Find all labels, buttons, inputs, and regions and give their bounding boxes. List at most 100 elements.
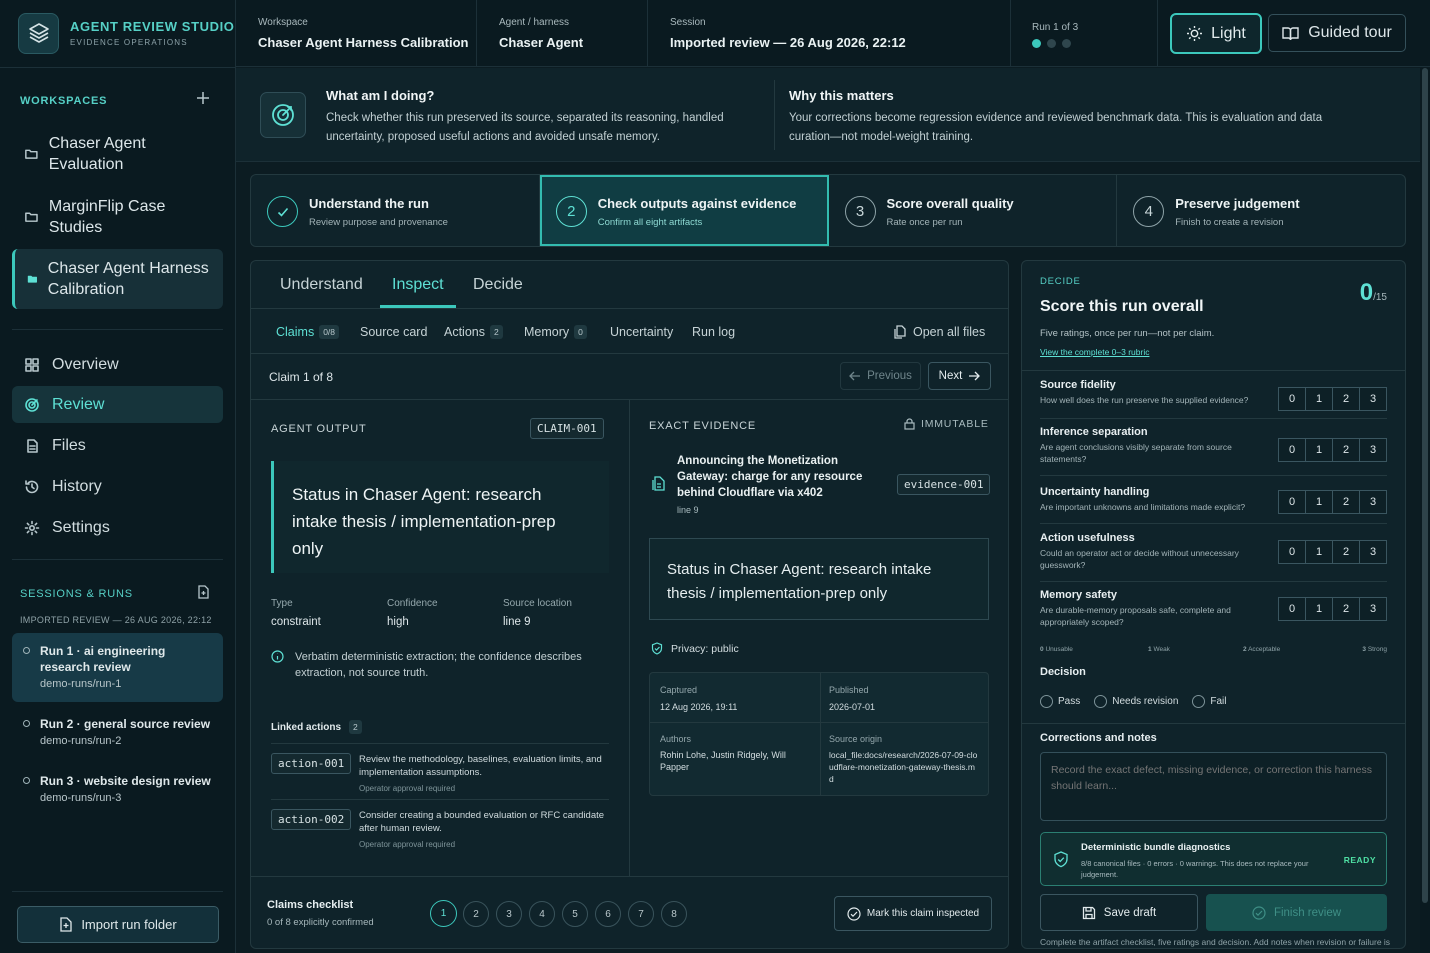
legend-text: Weak bbox=[1153, 646, 1170, 653]
rubric-link[interactable]: View the complete 0–3 rubric bbox=[1040, 347, 1149, 357]
light-theme-button[interactable]: Light bbox=[1170, 13, 1262, 54]
step-preserve-judgement[interactable]: 4 Preserve judgement Finish to create a … bbox=[1117, 175, 1405, 246]
new-session-icon[interactable] bbox=[197, 585, 210, 599]
checklist-claim-4[interactable]: 4 bbox=[529, 901, 555, 927]
decision-pass-radio[interactable]: Pass bbox=[1040, 695, 1080, 708]
tab-decide[interactable]: Decide bbox=[473, 276, 523, 294]
rating-1-button[interactable]: 1 bbox=[1305, 597, 1333, 621]
immutable-indicator: IMMUTABLE bbox=[904, 418, 989, 430]
subtab-claims[interactable]: Claims 0/8 bbox=[276, 325, 340, 339]
checklist-claim-2[interactable]: 2 bbox=[463, 901, 489, 927]
next-button[interactable]: Next bbox=[928, 362, 991, 390]
step-understand-the-run[interactable]: Understand the run Review purpose and pr… bbox=[251, 175, 540, 246]
subtab-memory[interactable]: Memory 0 bbox=[524, 325, 587, 339]
rating-1-button[interactable]: 1 bbox=[1305, 438, 1333, 462]
step-title: Score overall quality bbox=[886, 196, 1014, 211]
claims-count-badge: 0/8 bbox=[319, 325, 340, 339]
rating-0-button[interactable]: 0 bbox=[1278, 597, 1306, 621]
rating-3-button[interactable]: 3 bbox=[1359, 387, 1387, 411]
rating-0-button[interactable]: 0 bbox=[1278, 387, 1306, 411]
nav-label: History bbox=[52, 477, 102, 495]
rating-3-button[interactable]: 3 bbox=[1359, 490, 1387, 514]
authors-cell: Authors Rohin Lohe, Justin Ridgely, Will… bbox=[660, 734, 810, 773]
nav-review[interactable]: Review bbox=[12, 386, 223, 423]
rating-2-button[interactable]: 2 bbox=[1332, 490, 1360, 514]
decision-fail-radio[interactable]: Fail bbox=[1192, 695, 1227, 708]
layers-logo-icon bbox=[18, 12, 59, 54]
tab-understand[interactable]: Understand bbox=[280, 276, 363, 294]
rating-buttons: 0 1 2 3 bbox=[1278, 597, 1387, 621]
rating-3-button[interactable]: 3 bbox=[1359, 540, 1387, 564]
import-run-folder-button[interactable]: Import run folder bbox=[17, 906, 219, 943]
rating-3-button[interactable]: 3 bbox=[1359, 438, 1387, 462]
privacy-label: Privacy: public bbox=[671, 642, 739, 655]
sun-icon bbox=[1187, 26, 1203, 41]
rating-1-button[interactable]: 1 bbox=[1305, 490, 1333, 514]
decision-options: Pass Needs revision Fail bbox=[1040, 695, 1227, 708]
rating-1-button[interactable]: 1 bbox=[1305, 387, 1333, 411]
save-draft-button[interactable]: Save draft bbox=[1040, 894, 1198, 931]
evidence-title: Announcing the Monetization Gateway: cha… bbox=[677, 455, 863, 499]
rating-2-button[interactable]: 2 bbox=[1332, 438, 1360, 462]
step-score-overall-quality[interactable]: 3 Score overall quality Rate once per ru… bbox=[829, 175, 1118, 246]
rating-3-button[interactable]: 3 bbox=[1359, 597, 1387, 621]
nav-overview[interactable]: Overview bbox=[12, 346, 223, 383]
add-workspace-icon[interactable] bbox=[196, 91, 210, 105]
extraction-note: Verbatim deterministic extraction; the c… bbox=[271, 649, 611, 681]
scrollbar-thumb[interactable] bbox=[1422, 68, 1428, 903]
linked-action-row[interactable]: action-001 Review the methodology, basel… bbox=[271, 743, 609, 799]
workspace-item-marginflip-case-studies[interactable]: MarginFlip Case Studies bbox=[12, 195, 223, 239]
subtab-uncertainty[interactable]: Uncertainty bbox=[610, 325, 673, 339]
action-content: Consider creating a bounded evaluation o… bbox=[359, 809, 609, 849]
checklist-claim-1[interactable]: 1 bbox=[430, 900, 457, 927]
rating-memory-safety: Memory safety Are durable-memory proposa… bbox=[1040, 589, 1387, 639]
tab-inspect[interactable]: Inspect bbox=[392, 276, 444, 294]
previous-button[interactable]: Previous bbox=[840, 362, 921, 390]
page-scrollbar[interactable] bbox=[1420, 68, 1430, 953]
workspace-item-chaser-agent-harness-calibration[interactable]: Chaser Agent Harness Calibration bbox=[12, 249, 223, 309]
run-item-3[interactable]: Run 3 · website design review demo-runs/… bbox=[12, 763, 223, 814]
subtab-label: Run log bbox=[692, 325, 736, 339]
finish-review-button[interactable]: Finish review bbox=[1206, 894, 1387, 931]
rating-0-button[interactable]: 0 bbox=[1278, 540, 1306, 564]
subtab-actions[interactable]: Actions 2 bbox=[444, 325, 503, 339]
rating-2-button[interactable]: 2 bbox=[1332, 387, 1360, 411]
rating-0-button[interactable]: 0 bbox=[1278, 438, 1306, 462]
run-path: demo-runs/run-3 bbox=[40, 792, 122, 804]
subtab-run-log[interactable]: Run log bbox=[692, 325, 735, 339]
score-total: /15 bbox=[1373, 292, 1387, 303]
run-status-dot bbox=[23, 720, 30, 727]
linked-action-row[interactable]: action-002 Consider creating a bounded e… bbox=[271, 799, 609, 859]
inspect-panel: Understand Inspect Decide Claims 0/8 Sou… bbox=[250, 260, 1009, 949]
nav-history[interactable]: History bbox=[12, 468, 223, 505]
file-icon bbox=[27, 438, 38, 453]
run-dot-active bbox=[1032, 39, 1041, 48]
step-number: 3 bbox=[844, 196, 876, 227]
checklist-claim-8[interactable]: 8 bbox=[661, 901, 687, 927]
guided-tour-button[interactable]: Guided tour bbox=[1268, 14, 1406, 52]
checklist-claim-3[interactable]: 3 bbox=[496, 901, 522, 927]
subtab-source-card[interactable]: Source card bbox=[360, 325, 427, 339]
mark-claim-inspected-button[interactable]: Mark this claim inspected bbox=[834, 896, 992, 931]
decision-needs-revision-radio[interactable]: Needs revision bbox=[1094, 695, 1178, 708]
action-content: Review the methodology, baselines, evalu… bbox=[359, 753, 609, 793]
finish-review-label: Finish review bbox=[1273, 906, 1342, 919]
step-check-outputs[interactable]: 2 Check outputs against evidence Confirm… bbox=[539, 175, 829, 246]
rating-1-button[interactable]: 1 bbox=[1305, 540, 1333, 564]
rating-0-button[interactable]: 0 bbox=[1278, 490, 1306, 514]
checklist-claim-5[interactable]: 5 bbox=[562, 901, 588, 927]
nav-files[interactable]: Files bbox=[12, 427, 223, 464]
corrections-notes-textarea[interactable] bbox=[1040, 752, 1387, 821]
checklist-claim-6[interactable]: 6 bbox=[595, 901, 621, 927]
checklist-title: Claims checklist bbox=[267, 899, 354, 911]
nav-settings[interactable]: Settings bbox=[12, 509, 223, 546]
rating-2-button[interactable]: 2 bbox=[1332, 540, 1360, 564]
checklist-claim-7[interactable]: 7 bbox=[628, 901, 654, 927]
workspace-item-chaser-agent-evaluation[interactable]: Chaser Agent Evaluation bbox=[12, 132, 223, 176]
rating-2-button[interactable]: 2 bbox=[1332, 597, 1360, 621]
run-item-2[interactable]: Run 2 · general source review demo-runs/… bbox=[12, 706, 223, 757]
header-agent: Agent / harness Chaser Agent bbox=[477, 0, 648, 67]
open-all-files-button[interactable]: Open all files bbox=[894, 325, 985, 339]
run-item-1[interactable]: Run 1 · ai engineering research review d… bbox=[12, 633, 223, 702]
claim-text: Status in Chaser Agent: research intake … bbox=[271, 461, 609, 573]
